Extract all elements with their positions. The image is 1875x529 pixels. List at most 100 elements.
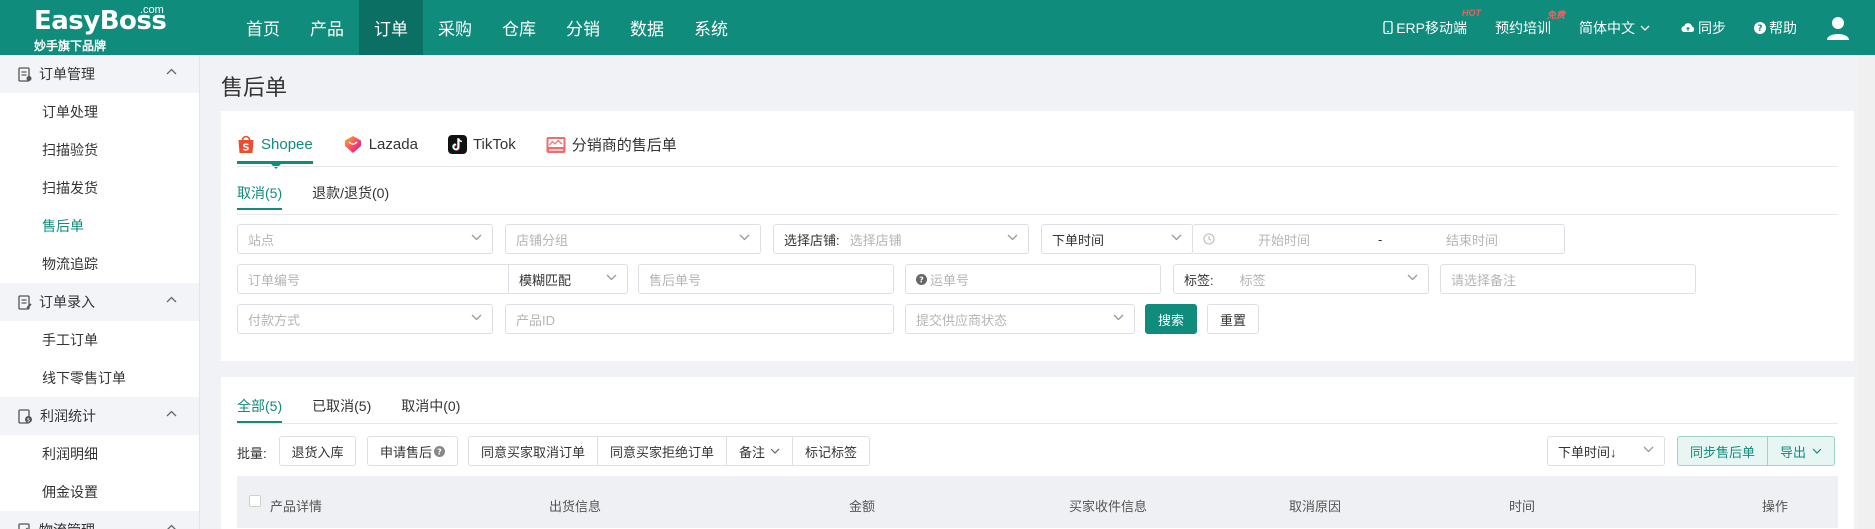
th-shipping-info: 出货信息 — [549, 499, 602, 514]
sync-link[interactable]: 同步 — [1681, 18, 1726, 38]
site-select[interactable]: 站点 — [237, 224, 493, 254]
tab-shopee[interactable]: S Shopee — [237, 129, 313, 169]
sidebar-item-commission-settings[interactable]: 佣金设置 — [0, 473, 199, 511]
status-tabs: 全部(5) 已取消(5) 取消中(0) — [237, 393, 490, 423]
agree-reject-button[interactable]: 同意买家拒绝订单 — [598, 437, 728, 465]
payment-select[interactable]: 付款方式 — [237, 304, 493, 334]
start-time-input[interactable]: 开始时间 — [1258, 230, 1310, 249]
export-dropdown[interactable]: 导出 — [1768, 437, 1834, 465]
tiktok-icon — [447, 134, 467, 154]
tag-placeholder: 标签 — [1239, 272, 1266, 288]
sidebar-item-scan-ship[interactable]: 扫描发货 — [0, 169, 199, 207]
time-type-select[interactable]: 下单时间 — [1041, 224, 1193, 254]
chevron-down-icon — [606, 274, 617, 281]
tab-cancelled[interactable]: 已取消(5) — [312, 393, 371, 423]
th-actions: 操作 — [1762, 499, 1789, 514]
tracking-no-placeholder: 运单号 — [930, 272, 970, 288]
lazada-icon — [344, 136, 361, 153]
agree-cancel-button[interactable]: 同意买家取消订单 — [469, 437, 599, 465]
search-button[interactable]: 搜索 — [1145, 304, 1197, 334]
tab-cancelling[interactable]: 取消中(0) — [401, 393, 460, 423]
language-select[interactable]: 简体中文 — [1579, 18, 1653, 38]
remark-dropdown[interactable]: 备注 — [727, 437, 794, 465]
page-title: 售后单 — [221, 75, 288, 100]
payment-placeholder: 付款方式 — [248, 312, 301, 328]
chevron-down-icon — [1640, 25, 1650, 31]
shop-group-placeholder: 店铺分组 — [516, 232, 569, 248]
tab-tiktok[interactable]: TikTok — [447, 129, 516, 159]
tab-lazada-label: Lazada — [368, 135, 418, 153]
date-range-picker[interactable]: 开始时间 - 结束时间 — [1192, 224, 1565, 254]
sort-select[interactable]: 下单时间↓ — [1547, 436, 1665, 466]
chevron-down-icon — [1812, 448, 1822, 454]
th-product-detail: 产品详情 — [270, 499, 323, 514]
chevron-down-icon — [471, 234, 482, 241]
nav-warehouse[interactable]: 仓库 — [487, 0, 551, 55]
nav-system[interactable]: 系统 — [679, 0, 743, 55]
tag-select[interactable]: 标签: 标签 — [1173, 264, 1429, 294]
help-link[interactable]: ? 帮助 — [1754, 18, 1797, 38]
reset-button[interactable]: 重置 — [1207, 304, 1259, 334]
remark-select[interactable]: 请选择备注 — [1440, 264, 1696, 294]
user-avatar-icon[interactable] — [1825, 15, 1851, 41]
chevron-down-icon — [1407, 274, 1418, 281]
end-time-input[interactable]: 结束时间 — [1446, 230, 1498, 249]
erp-mobile-link[interactable]: ERP移动端 HOT — [1383, 8, 1481, 38]
supplier-status-select[interactable]: 提交供应商状态 — [905, 304, 1135, 334]
remark-label: 备注 — [739, 444, 766, 460]
nav-data[interactable]: 数据 — [615, 0, 679, 55]
nav-purchase[interactable]: 采购 — [423, 0, 487, 55]
list-card: 全部(5) 已取消(5) 取消中(0) 批量: 退货入库 申请售后 ? 同意买家… — [221, 377, 1854, 529]
sidebar-group-order-entry[interactable]: 订单录入 — [0, 283, 199, 321]
order-no-input[interactable]: 订单编号 — [237, 264, 509, 294]
tab-all[interactable]: 全部(5) — [237, 393, 283, 423]
sidebar-item-offline-retail[interactable]: 线下零售订单 — [0, 359, 199, 397]
sidebar-item-aftersale[interactable]: 售后单 — [0, 207, 199, 245]
nav-home[interactable]: 首页 — [231, 0, 295, 55]
page-scrollbar[interactable] — [1858, 55, 1875, 529]
order-manage-icon — [18, 66, 32, 82]
question-circle-icon: ? — [434, 445, 445, 457]
brand-logo[interactable]: EasyBoss .com 妙手旗下品牌 — [0, 0, 200, 55]
shop-select[interactable]: 选择店铺: 选择店铺 — [773, 224, 1029, 254]
product-id-input[interactable]: 产品ID — [505, 304, 894, 334]
tab-distributor-aftersale[interactable]: 分销商的售后单 — [546, 129, 677, 159]
training-link[interactable]: 预约培训 免费 — [1495, 10, 1565, 38]
select-all-checkbox[interactable] — [249, 495, 261, 507]
nav-products[interactable]: 产品 — [295, 0, 359, 55]
hot-badge: HOT — [1462, 7, 1481, 18]
svg-text:?: ? — [437, 447, 442, 456]
tracking-no-input[interactable]: ? 运单号 — [905, 264, 1161, 294]
platform-tabs: S Shopee Lazada TikTok 分销商的售后单 — [237, 129, 707, 169]
chevron-down-icon — [739, 234, 750, 241]
cloud-upload-icon — [1681, 23, 1695, 33]
apply-aftersale-label: 申请售后 — [379, 444, 432, 460]
th-amount: 金额 — [849, 499, 876, 514]
sidebar-item-manual-order[interactable]: 手工订单 — [0, 321, 199, 359]
aftersale-no-input[interactable]: 售后单号 — [638, 264, 894, 294]
sidebar-group-profit[interactable]: $ 利润统计 — [0, 397, 199, 435]
nav-orders[interactable]: 订单 — [359, 0, 423, 55]
sidebar-item-logistics-tracking[interactable]: 物流追踪 — [0, 245, 199, 283]
match-mode-select[interactable]: 模糊匹配 — [508, 264, 628, 294]
sidebar-group-order-manage[interactable]: 订单管理 — [0, 55, 199, 93]
apply-aftersale-button[interactable]: 申请售后 ? — [367, 436, 458, 466]
sidebar-group-logistics[interactable]: 物流管理 — [0, 511, 199, 529]
mark-tag-button[interactable]: 标记标签 — [793, 437, 869, 465]
time-type-value: 下单时间 — [1052, 232, 1105, 248]
sidebar-item-order-processing[interactable]: 订单处理 — [0, 93, 199, 131]
chevron-down-icon — [770, 448, 780, 454]
tab-refund-return[interactable]: 退款/退货(0) — [312, 180, 389, 210]
divider — [237, 214, 1838, 215]
sidebar-item-profit-detail[interactable]: 利润明细 — [0, 435, 199, 473]
sidebar-item-scan-inspect[interactable]: 扫描验货 — [0, 131, 199, 169]
logistics-icon — [18, 522, 30, 529]
tab-cancel[interactable]: 取消(5) — [237, 180, 283, 210]
chevron-up-icon — [166, 410, 177, 417]
chevron-down-icon — [1007, 234, 1018, 241]
nav-distribution[interactable]: 分销 — [551, 0, 615, 55]
sync-aftersale-button[interactable]: 同步售后单 — [1678, 437, 1769, 465]
tab-lazada[interactable]: Lazada — [343, 129, 418, 159]
shop-group-select[interactable]: 店铺分组 — [505, 224, 761, 254]
return-stock-button[interactable]: 退货入库 — [279, 436, 356, 466]
